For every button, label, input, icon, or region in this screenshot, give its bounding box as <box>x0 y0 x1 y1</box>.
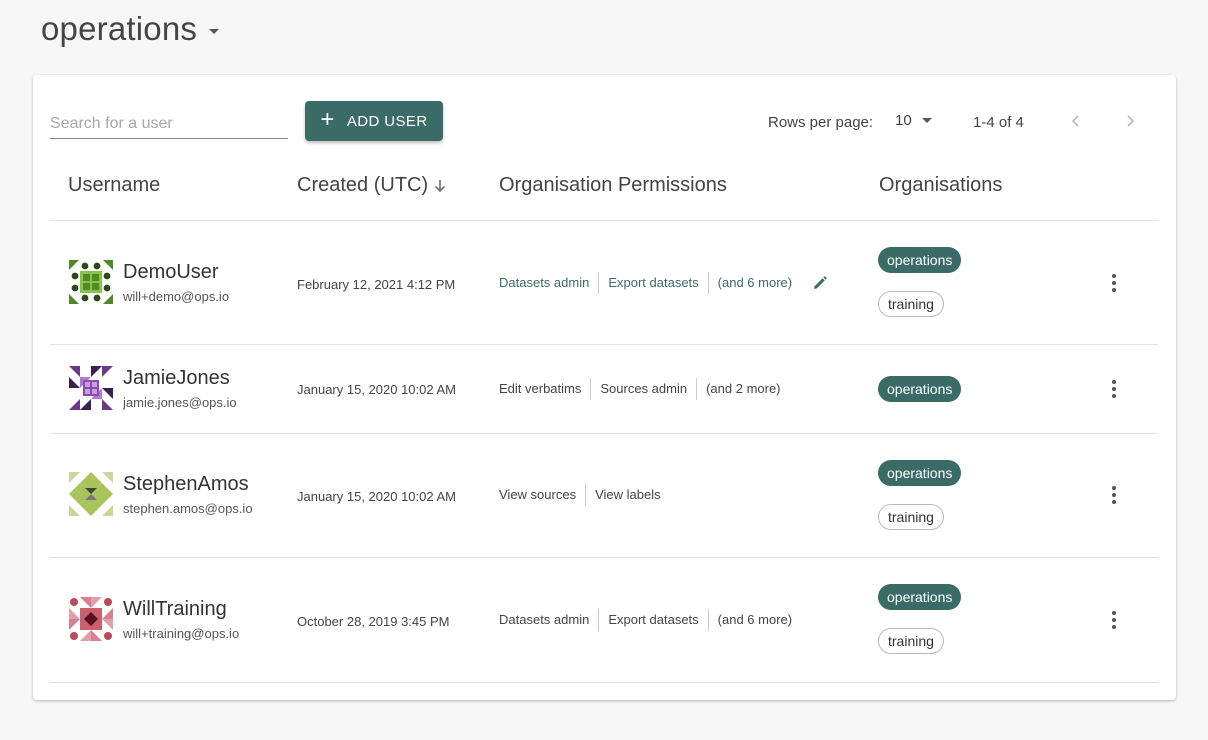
permission-more: (and 2 more) <box>696 378 789 400</box>
caret-down-icon <box>921 118 932 123</box>
user-email: will+demo@ops.io <box>123 289 230 304</box>
previous-page-button[interactable] <box>1064 109 1088 133</box>
caret-down-icon <box>209 28 220 34</box>
permissions-list: Edit verbatims Sources admin (and 2 more… <box>499 378 790 400</box>
permission-more: (and 6 more) <box>707 609 801 631</box>
org-tag: training <box>878 504 944 530</box>
row-actions-button[interactable] <box>1103 609 1125 631</box>
table-row: DemoUser will+demo@ops.io February 12, 2… <box>50 221 1158 345</box>
next-page-button[interactable] <box>1118 109 1142 133</box>
chevron-right-icon <box>1127 115 1135 127</box>
arrow-down-icon <box>435 179 446 192</box>
org-tag: training <box>878 628 944 654</box>
org-tag: training <box>878 291 944 317</box>
add-user-label: ADD USER <box>346 112 428 130</box>
column-header-label: Created (UTC) <box>297 174 429 196</box>
pencil-icon[interactable] <box>813 276 827 290</box>
add-user-button[interactable]: + ADD USER <box>305 101 443 141</box>
more-vertical-icon <box>1112 611 1116 629</box>
user-email: stephen.amos@ops.io <box>123 501 253 516</box>
table-row: WillTraining will+training@ops.io Octobe… <box>50 558 1158 683</box>
permission-item[interactable]: Datasets admin <box>499 272 598 294</box>
created-date: January 15, 2020 10:02 AM <box>297 382 457 397</box>
org-tag: operations <box>878 247 962 273</box>
user-email: jamie.jones@ops.io <box>123 395 237 410</box>
column-header-label: Organisations <box>879 174 1003 196</box>
more-vertical-icon <box>1112 274 1116 292</box>
column-header-permissions: Organisation Permissions <box>499 174 727 197</box>
user-avatar <box>69 260 113 304</box>
permission-item: Edit verbatims <box>499 381 582 396</box>
permission-more[interactable]: (and 6 more) <box>707 272 801 294</box>
permission-item: View sources <box>499 487 577 502</box>
username: StephenAmos <box>123 473 249 495</box>
created-date: January 15, 2020 10:02 AM <box>297 489 457 504</box>
permissions-list: View sources View labels <box>499 484 670 506</box>
user-avatar <box>69 472 113 516</box>
username: WillTraining <box>123 598 227 620</box>
users-card: + ADD USER Rows per page: 10 1-4 of 4 Us… <box>33 75 1176 700</box>
column-header-organisations: Organisations <box>879 174 1002 197</box>
user-avatar <box>69 597 113 641</box>
permission-item[interactable]: Export datasets <box>598 272 707 294</box>
permissions-list: Datasets admin Export datasets (and 6 mo… <box>499 272 827 294</box>
org-selector[interactable]: operations <box>41 10 220 48</box>
page-title: operations <box>41 10 198 47</box>
toolbar: + ADD USER Rows per page: 10 1-4 of 4 <box>33 75 1176 165</box>
permissions-list: Datasets admin Export datasets (and 6 mo… <box>499 609 801 631</box>
more-vertical-icon <box>1112 380 1116 398</box>
column-header-label: Organisation Permissions <box>499 174 727 196</box>
more-vertical-icon <box>1112 486 1116 504</box>
pagination-range: 1-4 of 4 <box>973 114 1024 131</box>
org-tag: operations <box>878 460 962 486</box>
column-header-created[interactable]: Created (UTC) <box>297 174 448 197</box>
username: DemoUser <box>123 261 219 283</box>
table-row: JamieJones jamie.jones@ops.io January 15… <box>50 345 1158 434</box>
rows-per-page-select[interactable]: 10 <box>895 112 932 129</box>
rows-per-page-value: 10 <box>895 112 912 129</box>
created-date: October 28, 2019 3:45 PM <box>297 614 450 629</box>
search-input[interactable] <box>50 109 288 139</box>
org-tag: operations <box>878 584 962 610</box>
row-actions-button[interactable] <box>1103 484 1125 506</box>
table-row: StephenAmos stephen.amos@ops.io January … <box>50 434 1158 558</box>
permission-item: Export datasets <box>598 609 707 631</box>
row-actions-button[interactable] <box>1103 378 1125 400</box>
org-tag: operations <box>878 376 962 402</box>
permission-item: Sources admin <box>590 378 696 400</box>
rows-per-page-label: Rows per page: <box>768 114 874 131</box>
column-header-username: Username <box>68 174 160 197</box>
username: JamieJones <box>123 367 230 389</box>
table-header: Username Created (UTC) Organisation Perm… <box>50 165 1158 221</box>
user-email: will+training@ops.io <box>123 626 240 641</box>
permission-item: Datasets admin <box>499 612 590 627</box>
row-actions-button[interactable] <box>1103 272 1125 294</box>
permission-item: View labels <box>585 484 670 506</box>
plus-icon: + <box>320 106 335 133</box>
created-date: February 12, 2021 4:12 PM <box>297 277 456 292</box>
column-header-label: Username <box>68 174 161 196</box>
user-avatar <box>69 366 113 410</box>
chevron-left-icon <box>1071 115 1079 127</box>
